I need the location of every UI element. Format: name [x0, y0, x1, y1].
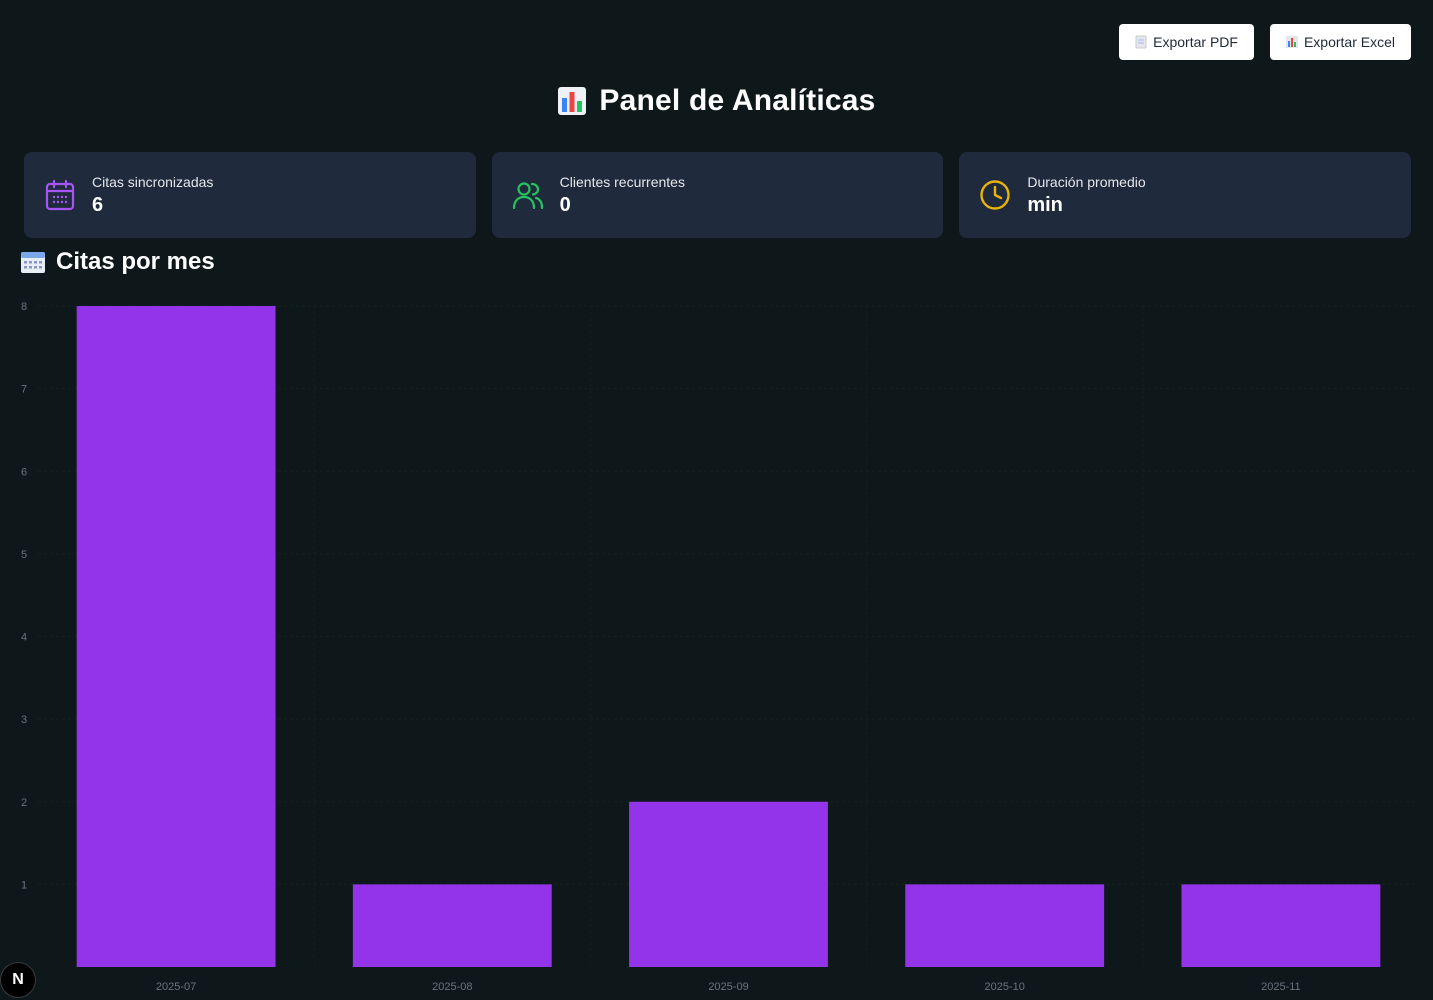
x-tick-label: 2025-10 — [985, 981, 1025, 993]
export-pdf-button[interactable]: Exportar PDF — [1119, 24, 1254, 60]
page-title-text: Panel de Analíticas — [599, 84, 876, 117]
toolbar: Exportar PDF Exportar Excel — [1119, 24, 1411, 60]
x-tick-label: 2025-08 — [432, 981, 472, 993]
x-tick-label: 2025-09 — [708, 981, 748, 993]
y-tick-label: 5 — [21, 549, 27, 561]
stat-card-synced-appointments: Citas sincronizadas 6 — [24, 152, 476, 238]
stat-label: Duración promedio — [1027, 173, 1146, 190]
stat-value: min — [1027, 193, 1063, 216]
y-tick-label: 6 — [21, 466, 27, 478]
y-tick-label: 4 — [21, 632, 27, 644]
users-icon — [512, 179, 544, 211]
stat-label: Clientes recurrentes — [559, 173, 685, 190]
section-title-text: Citas por mes — [56, 248, 215, 275]
stats-cards: Citas sincronizadas 6 Clientes recurrent… — [24, 152, 1412, 238]
calendar-grid-icon — [21, 252, 45, 273]
stat-value: 6 — [92, 193, 104, 216]
export-excel-label: Exportar Excel — [1303, 34, 1395, 50]
y-tick-label: 1 — [21, 879, 27, 891]
x-tick-label: 2025-11 — [1261, 981, 1301, 993]
bar — [905, 884, 1105, 967]
bar — [76, 306, 276, 967]
stat-label: Citas sincronizadas — [92, 173, 214, 190]
framework-badge[interactable]: N — [0, 962, 36, 998]
y-tick-label: 2 — [21, 797, 27, 809]
section-title: Citas por mes — [20, 248, 215, 276]
appointments-per-month-chart: 1 2 3 4 5 6 7 8 2025-07 2025-08 2025-09 2025-10 2025… — [21, 301, 1419, 993]
calendar-icon — [44, 179, 76, 211]
stat-card-average-duration: Duración promedio min — [959, 152, 1412, 238]
y-tick-label: 7 — [21, 384, 27, 396]
x-tick-label: 2025-07 — [156, 981, 196, 993]
export-pdf-label: Exportar PDF — [1153, 34, 1238, 50]
clock-icon — [979, 179, 1011, 211]
export-excel-button[interactable]: Exportar Excel — [1269, 24, 1411, 60]
stat-card-recurring-clients: Clientes recurrentes 0 — [491, 152, 944, 238]
badge-letter: N — [12, 971, 24, 988]
document-icon — [1135, 35, 1147, 49]
y-tick-label: 8 — [21, 301, 27, 313]
bar — [352, 884, 552, 967]
y-tick-label: 3 — [21, 714, 27, 726]
page-title: Panel de Analíticas — [0, 84, 1433, 118]
bar-chart-icon — [558, 87, 587, 115]
bar-chart-icon — [1285, 36, 1298, 48]
bar — [629, 801, 828, 967]
stat-value: 0 — [559, 193, 571, 216]
bar — [1181, 884, 1381, 967]
